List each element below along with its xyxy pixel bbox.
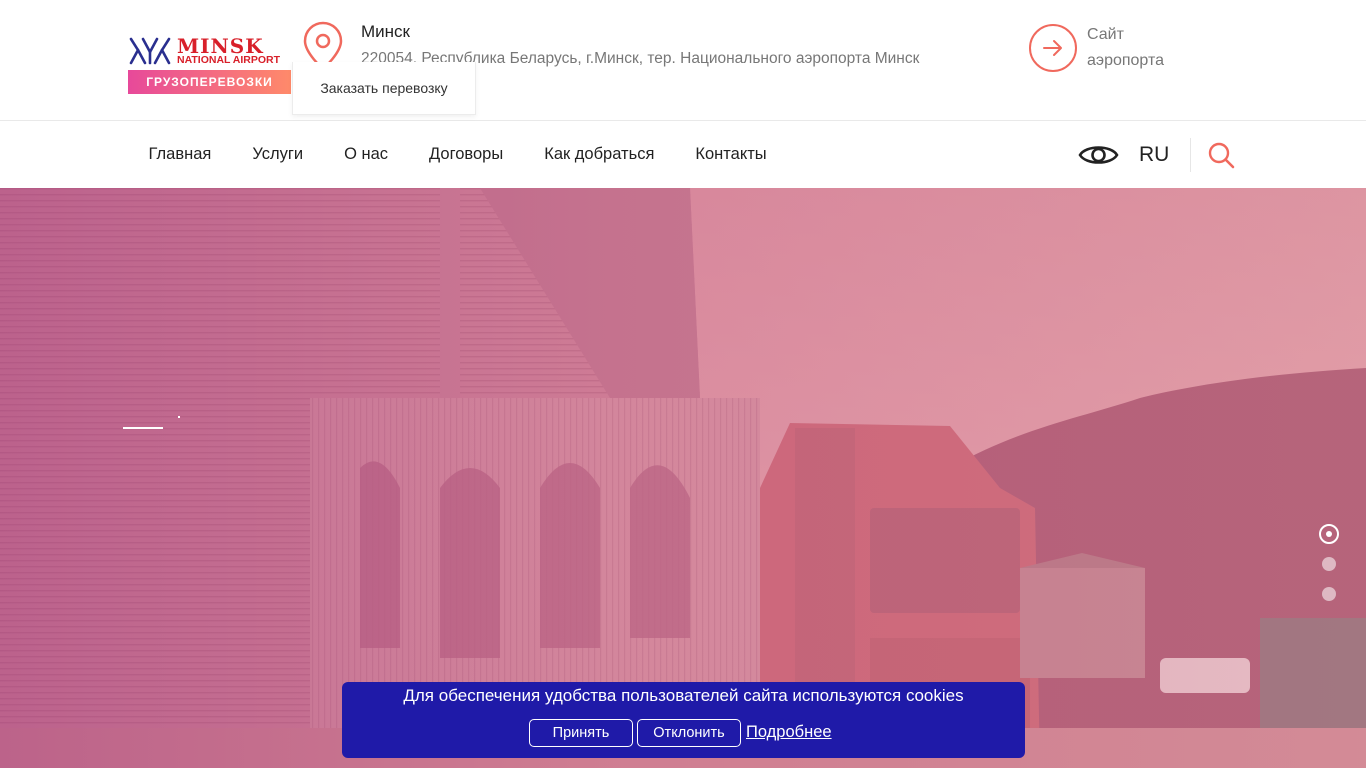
cookie-message: Для обеспечения удобства пользователей с…: [403, 686, 964, 705]
airport-site-link[interactable]: Сайт аэропорта: [1028, 22, 1164, 74]
main-nav: Главная Услуги О нас Договоры Как добрат…: [0, 121, 1366, 188]
airport-logo-icon: [129, 37, 171, 65]
logo-badge: ГРУЗОПЕРЕВОЗКИ: [128, 70, 291, 94]
search-icon[interactable]: [1207, 141, 1235, 169]
cookie-accept-button[interactable]: Принять: [529, 719, 633, 747]
cookie-more-link[interactable]: Подробнее: [746, 723, 832, 742]
hero-overlay: [0, 188, 1366, 768]
language-switcher[interactable]: RU: [1139, 141, 1169, 169]
hero-caption-line: [123, 427, 163, 429]
arrow-right-circle-icon: [1029, 24, 1077, 72]
nav-item-about[interactable]: О нас: [324, 145, 409, 164]
top-header: MINSK NATIONAL AIRPORT ГРУЗОПЕРЕВОЗКИ Ми…: [0, 0, 1366, 121]
nav-menu: Главная Услуги О нас Договоры Как добрат…: [128, 121, 787, 188]
slider-dot-1[interactable]: [1319, 524, 1339, 544]
nav-item-services[interactable]: Услуги: [232, 145, 324, 164]
hero-slider: [0, 188, 1366, 768]
nav-item-directions[interactable]: Как добраться: [524, 145, 675, 164]
slider-pagination: [1319, 524, 1339, 604]
nav-item-home[interactable]: Главная: [128, 145, 232, 164]
airport-site-label: Сайт аэропорта: [1087, 26, 1165, 69]
order-shipping-button[interactable]: Заказать перевозку: [292, 62, 476, 115]
nav-item-contracts[interactable]: Договоры: [409, 145, 524, 164]
logo-subtitle: NATIONAL AIRPORT: [177, 54, 281, 66]
nav-divider: [1190, 138, 1191, 172]
hero-caption-dot: [178, 416, 180, 418]
location-city: Минск: [361, 22, 410, 41]
cookie-decline-button[interactable]: Отклонить: [637, 719, 741, 747]
slider-dot-3[interactable]: [1322, 587, 1336, 601]
cookie-banner: Для обеспечения удобства пользователей с…: [342, 682, 1025, 758]
slider-dot-2[interactable]: [1322, 557, 1336, 571]
site-logo[interactable]: MINSK NATIONAL AIRPORT ГРУЗОПЕРЕВОЗКИ: [128, 36, 291, 94]
nav-item-contacts[interactable]: Контакты: [675, 145, 787, 164]
logo-title: MINSK: [177, 34, 264, 58]
eye-icon[interactable]: [1078, 141, 1119, 169]
